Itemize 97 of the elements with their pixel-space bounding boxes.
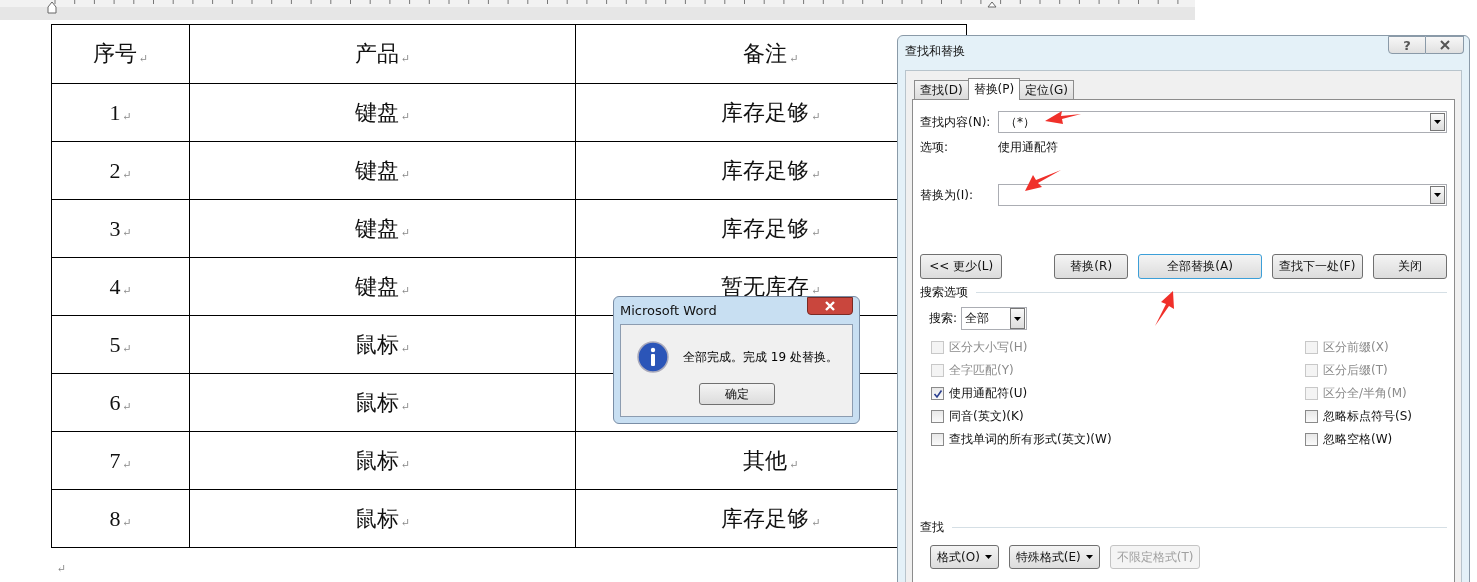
options-value: 使用通配符 — [998, 139, 1058, 156]
paragraph-mark: ↵ — [122, 284, 132, 297]
field-label: 替换为(I): — [920, 186, 974, 204]
cell-text: 鼠标 — [354, 388, 399, 417]
message-text: 全部完成。完成 19 处替换。 — [683, 348, 838, 366]
dropdown-button[interactable] — [1430, 113, 1445, 131]
paragraph-mark: ↵ — [400, 51, 411, 65]
search-dropdown[interactable]: 全部 — [961, 307, 1028, 330]
cell-text: 备注 — [743, 40, 788, 68]
cell-text: 鼠标 — [354, 330, 399, 359]
paragraph-mark: ↵ — [122, 168, 132, 181]
annotation-arrow — [1155, 291, 1174, 326]
caret-icon — [1434, 120, 1441, 124]
paragraph-mark: ↵ — [57, 562, 67, 575]
cell-text: 库存足够 — [721, 504, 810, 533]
annotation-arrow — [1025, 170, 1061, 191]
section-heading: 搜索选项 — [920, 284, 968, 301]
paragraph-mark: ↵ — [138, 51, 149, 65]
window-title: Microsoft Word — [620, 303, 717, 318]
paragraph-mark: ↵ — [789, 458, 799, 471]
cell-text: 鼠标 — [354, 504, 399, 533]
checkbox-option[interactable]: 查找单词的所有形式(英文)(W) — [931, 428, 1112, 451]
dialog-button[interactable]: 查找下一处(F) — [1272, 254, 1363, 279]
paragraph-mark: ↵ — [811, 516, 821, 529]
paragraph-mark: ↵ — [400, 226, 411, 239]
paragraph-mark: ↵ — [122, 110, 132, 123]
paragraph-mark: ↵ — [400, 458, 411, 471]
paragraph-mark: ↵ — [811, 168, 821, 181]
dropdown-button[interactable] — [1430, 186, 1445, 204]
paragraph-mark: ↵ — [400, 168, 411, 181]
info-icon — [637, 341, 669, 373]
dialog-button[interactable]: 全部替换(A) — [1138, 254, 1263, 279]
paragraph-mark: ↵ — [400, 516, 411, 529]
close-button[interactable] — [807, 297, 853, 315]
caret-icon — [984, 555, 992, 559]
caret-icon — [1434, 193, 1441, 197]
cell-text: 产品 — [354, 40, 399, 68]
checkbox-option[interactable]: 忽略空格(W) — [1305, 428, 1412, 451]
replace-with-field[interactable] — [998, 184, 1447, 206]
checkmark-icon — [932, 388, 943, 399]
window-title: 查找和替换 — [905, 43, 965, 60]
checkbox-option[interactable]: 同音(英文)(K) — [931, 405, 1112, 428]
dialog-button[interactable]: << 更少(L) — [920, 254, 1003, 279]
cell-text: 2 — [109, 157, 121, 184]
paragraph-mark: ↵ — [400, 342, 411, 355]
search-label: 搜索: — [929, 310, 958, 327]
cell-text: 7 — [109, 447, 121, 474]
close-icon — [824, 301, 836, 311]
caret-icon — [1085, 555, 1093, 559]
ok-button[interactable]: 确定 — [698, 383, 775, 405]
format-button[interactable]: 格式(O) — [930, 545, 999, 569]
paragraph-mark: ↵ — [811, 284, 821, 297]
help-button[interactable]: ? — [1388, 36, 1426, 54]
options-label: 选项: — [920, 139, 950, 156]
paragraph-mark: ↵ — [811, 110, 821, 123]
field-label: 查找内容(N): — [920, 113, 992, 131]
cell-text: 库存足够 — [721, 98, 810, 127]
tab[interactable]: 定位(G) — [1019, 80, 1074, 99]
find-what-field[interactable]: （*） — [998, 111, 1447, 133]
cell-text: 键盘 — [354, 272, 399, 301]
close-icon — [1438, 40, 1451, 50]
cell-text: 其他 — [743, 446, 788, 475]
cell-text: 鼠标 — [354, 446, 399, 475]
paragraph-mark: ↵ — [811, 226, 821, 239]
paragraph-mark: ↵ — [122, 342, 132, 355]
checkbox-option[interactable]: 忽略标点符号(S) — [1305, 405, 1412, 428]
cell-text: 暂无库存 — [721, 272, 810, 301]
paragraph-mark: ↵ — [789, 51, 799, 65]
paragraph-mark: ↵ — [400, 284, 411, 297]
cell-text: 5 — [109, 331, 121, 358]
paragraph-mark: ↵ — [122, 516, 132, 529]
caret-icon — [1014, 316, 1022, 321]
tab[interactable]: 查找(D) — [914, 80, 969, 99]
format-button[interactable]: 特殊格式(E) — [1008, 545, 1100, 569]
tab[interactable]: 替换(P) — [967, 78, 1021, 100]
cell-text: 键盘 — [354, 156, 399, 185]
cell-text: 6 — [109, 389, 121, 416]
section-heading: 查找 — [920, 519, 944, 536]
cell-text: 库存足够 — [721, 214, 810, 243]
cell-text: 序号 — [92, 40, 137, 68]
paragraph-mark: ↵ — [400, 110, 411, 123]
close-button[interactable] — [1426, 36, 1464, 54]
cell-text: 键盘 — [354, 98, 399, 127]
cell-text: 1 — [109, 99, 121, 126]
paragraph-mark: ↵ — [400, 400, 411, 413]
checkbox-option[interactable]: 使用通配符(U) — [931, 382, 1112, 405]
paragraph-mark: ↵ — [122, 400, 132, 413]
cell-text: 3 — [109, 215, 121, 242]
paragraph-mark: ↵ — [122, 226, 132, 239]
dialog-button[interactable]: 关闭 — [1372, 254, 1447, 279]
cell-text: 库存足够 — [721, 156, 810, 185]
paragraph-mark: ↵ — [122, 458, 132, 471]
dialog-button[interactable]: 替换(R) — [1054, 254, 1128, 279]
cell-text: 4 — [109, 273, 121, 300]
cell-text: 8 — [109, 505, 121, 532]
cell-text: 键盘 — [354, 214, 399, 243]
annotation-arrow — [1045, 111, 1081, 124]
